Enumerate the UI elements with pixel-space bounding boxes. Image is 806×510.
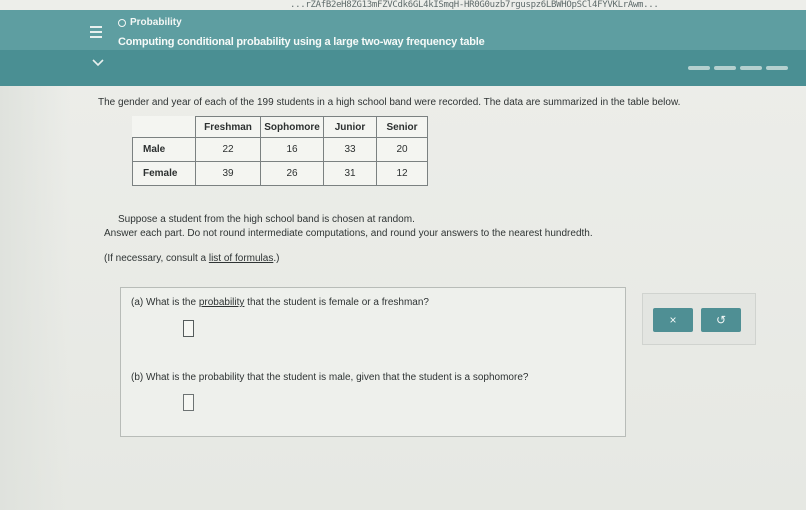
column-header: Freshman [195, 116, 261, 138]
problem-intro: The gender and year of each of the 199 s… [98, 97, 681, 108]
table-row: Male 22 16 33 20 [132, 137, 428, 162]
topic-label: Probability [130, 17, 182, 28]
chevron-down-icon[interactable] [92, 58, 104, 68]
consult-prefix: (If necessary, consult a [104, 253, 209, 264]
suppose-text: Suppose a student from the high school b… [118, 214, 415, 225]
clear-button[interactable]: × [653, 308, 693, 332]
column-header: Junior [323, 116, 377, 138]
table-cell: 22 [195, 137, 261, 162]
progress-segment [688, 66, 710, 70]
table-cell: 16 [260, 137, 324, 162]
answer-a-input[interactable] [183, 320, 194, 337]
page: ...rZAfB2eH8ZG13mFZVCdk6GL4kISmqH-HR0G0u… [0, 0, 806, 510]
frequency-table: Freshman Sophomore Junior Senior Male 22… [132, 116, 428, 186]
table-cell: 26 [260, 161, 324, 186]
column-header: Sophomore [260, 116, 324, 138]
probability-link[interactable]: probability [199, 297, 245, 308]
progress-segment [740, 66, 762, 70]
answer-tools-panel: × ↺ [642, 293, 756, 345]
consult-text: (If necessary, consult a list of formula… [104, 253, 279, 264]
question-a: (a) What is the probability that the stu… [131, 297, 429, 308]
row-header: Male [132, 137, 196, 162]
topic-row: Probability [118, 17, 182, 28]
question-box: (a) What is the probability that the stu… [120, 287, 626, 437]
table-cell: 31 [323, 161, 377, 186]
row-header: Female [132, 161, 196, 186]
table-cell: 39 [195, 161, 261, 186]
table-corner [133, 117, 196, 138]
table-cell: 33 [323, 137, 377, 162]
menu-icon[interactable] [90, 26, 102, 38]
progress-segment [714, 66, 736, 70]
formulas-link[interactable]: list of formulas [209, 253, 273, 264]
table-cell: 20 [376, 137, 428, 162]
left-shade [0, 86, 70, 510]
lesson-title: Computing conditional probability using … [118, 36, 485, 48]
topic-circle-icon [118, 18, 126, 27]
question-a-prefix: (a) What is the [131, 297, 199, 308]
column-header: Senior [376, 116, 428, 138]
consult-suffix: .) [273, 253, 280, 264]
table-header-row: Freshman Sophomore Junior Senior [133, 116, 428, 138]
undo-button[interactable]: ↺ [701, 308, 741, 332]
progress-segment [766, 66, 788, 70]
table-cell: 12 [376, 161, 428, 186]
instructions-text: Answer each part. Do not round intermedi… [104, 228, 593, 239]
question-b: (b) What is the probability that the stu… [131, 372, 529, 383]
progress-indicator [688, 66, 788, 70]
answer-b-input[interactable] [183, 394, 194, 411]
question-a-suffix: that the student is female or a freshman… [244, 297, 429, 308]
table-row: Female 39 26 31 12 [132, 161, 428, 186]
